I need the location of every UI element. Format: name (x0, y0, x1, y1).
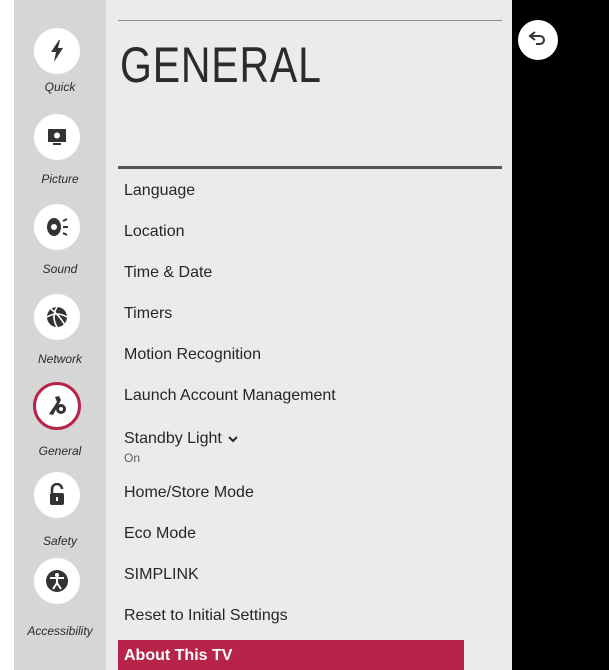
menu-item-reset[interactable]: Reset to Initial Settings (118, 599, 464, 633)
divider (118, 20, 502, 21)
menu-item-location[interactable]: Location (118, 215, 464, 249)
rail-label-quick: Quick (44, 80, 76, 94)
rail-item-general[interactable]: General (14, 376, 106, 462)
lock-icon (34, 472, 80, 518)
rail-label-safety: Safety (42, 534, 78, 548)
back-arrow-icon (528, 30, 548, 51)
menu-item-label: Language (124, 182, 196, 199)
settings-screen: Quick Picture Sound Network General Safe… (0, 0, 609, 670)
menu-item-eco-mode[interactable]: Eco Mode (118, 517, 464, 551)
rail-label-network: Network (37, 352, 82, 366)
menu-item-label: Launch Account Management (124, 387, 336, 404)
lightning-icon (34, 28, 80, 74)
menu-item-simplink[interactable]: SIMPLINK (118, 558, 464, 592)
menu-item-launch-account-management[interactable]: Launch Account Management (118, 379, 464, 413)
menu-item-motion-recognition[interactable]: Motion Recognition (118, 338, 464, 372)
category-rail: Quick Picture Sound Network General Safe… (14, 0, 106, 670)
rail-item-safety[interactable]: Safety (14, 466, 106, 552)
divider (118, 166, 502, 169)
rail-label-accessibility: Accessibility (27, 624, 93, 638)
menu-item-home-store-mode[interactable]: Home/Store Mode (118, 476, 464, 510)
menu-item-about-this-tv[interactable]: About This TV (118, 640, 464, 670)
rail-label-picture: Picture (41, 172, 79, 186)
chevron-down-icon (228, 430, 238, 448)
background-area (512, 0, 609, 670)
menu-item-label: Eco Mode (124, 525, 197, 542)
page-title: GENERAL (120, 37, 322, 93)
wrench-gear-icon (33, 382, 81, 430)
menu-item-label: SIMPLINK (124, 566, 199, 583)
accessibility-icon (34, 558, 80, 604)
standby-light-value: On (124, 451, 141, 465)
rail-item-accessibility[interactable]: Accessibility (14, 552, 106, 638)
menu-item-label: Reset to Initial Settings (124, 607, 288, 624)
back-button[interactable] (518, 20, 558, 60)
menu-item-label: Motion Recognition (124, 346, 261, 363)
rail-item-sound[interactable]: Sound (14, 198, 106, 284)
menu-item-standby-light[interactable]: Standby Light (118, 422, 464, 456)
rail-label-general: General (38, 444, 82, 458)
rail-label-sound: Sound (42, 262, 78, 276)
menu-item-timers[interactable]: Timers (118, 297, 464, 331)
sound-icon (34, 204, 80, 250)
rail-item-quick[interactable]: Quick (14, 22, 106, 108)
menu-item-label: Home/Store Mode (124, 484, 254, 501)
picture-icon (34, 114, 80, 160)
menu-item-label: Time & Date (124, 264, 213, 281)
menu-item-language[interactable]: Language (118, 174, 464, 208)
menu-item-label: Standby Light (124, 430, 222, 447)
rail-item-network[interactable]: Network (14, 288, 106, 374)
globe-icon (34, 294, 80, 340)
menu-item-label: About This TV (124, 647, 233, 664)
menu-item-time-date[interactable]: Time & Date (118, 256, 464, 290)
menu-item-label: Location (124, 223, 185, 240)
rail-item-picture[interactable]: Picture (14, 108, 106, 194)
menu-item-label: Timers (124, 305, 173, 322)
settings-panel: GENERAL Language Location Time & Date Ti… (106, 0, 512, 670)
